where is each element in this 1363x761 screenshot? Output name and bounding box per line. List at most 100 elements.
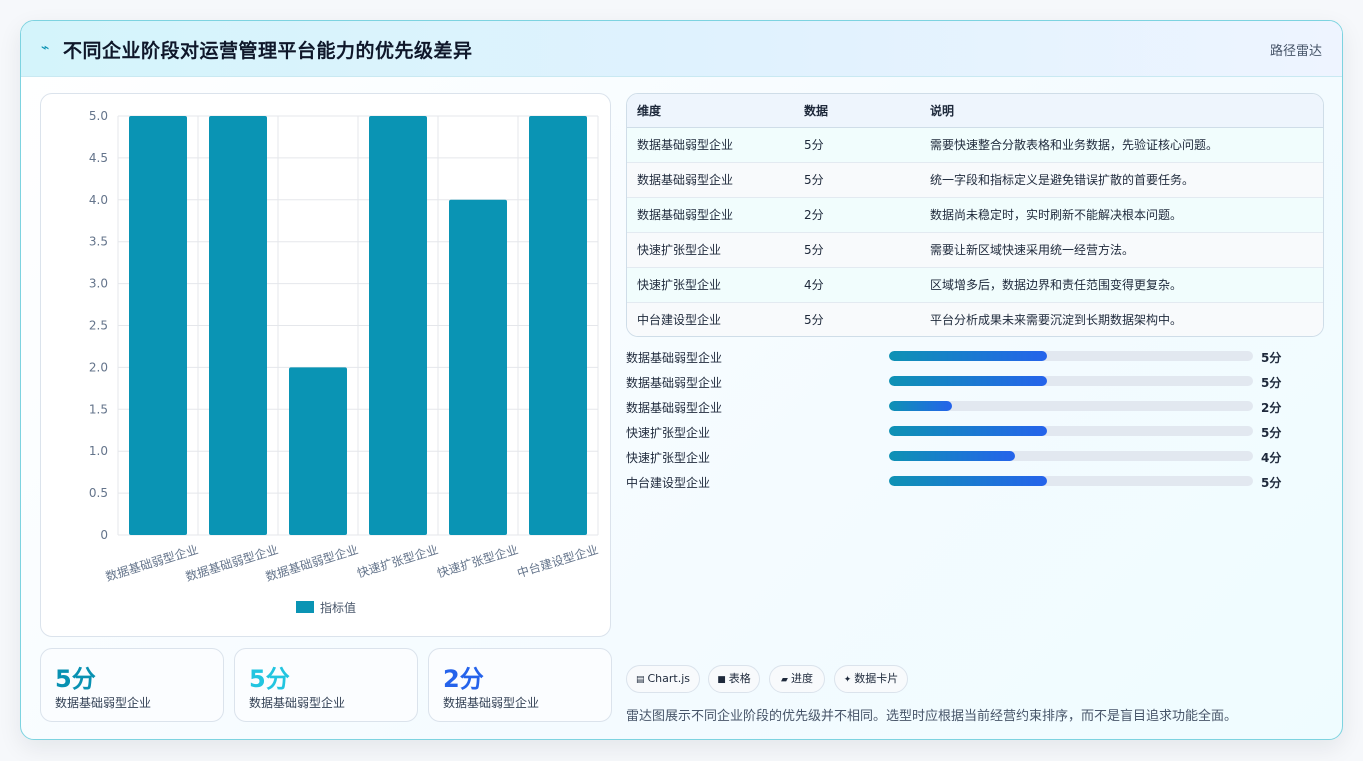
progress-icon: ▰ bbox=[781, 675, 788, 685]
column-header: 数据 bbox=[794, 94, 920, 128]
card-icon: ✦ bbox=[843, 675, 852, 685]
progress-list: 数据基础弱型企业 5分 数据基础弱型企业 5分 数据基础弱型企业 2分 快速扩张… bbox=[626, 347, 1324, 497]
bar-chart: 00.51.01.52.02.53.03.54.04.55.0数据基础弱型企业数… bbox=[89, 109, 600, 615]
table-cell: 5分 bbox=[794, 232, 920, 268]
progress-track bbox=[889, 476, 1253, 486]
kpi-card-3: 2分 数据基础弱型企业 bbox=[428, 648, 612, 722]
table-cell: 数据基础弱型企业 bbox=[627, 127, 794, 163]
table-icon: ■ bbox=[717, 675, 726, 685]
progress-label: 快速扩张型企业 bbox=[626, 451, 711, 465]
tag-data-card[interactable]: ✦ 数据卡片 bbox=[834, 665, 908, 693]
progress-label: 数据基础弱型企业 bbox=[626, 401, 723, 415]
page-title: 不同企业阶段对运营管理平台能力的优先级差异 bbox=[63, 40, 473, 62]
progress-fill bbox=[889, 476, 1047, 486]
progress-label: 数据基础弱型企业 bbox=[626, 351, 723, 365]
progress-track bbox=[889, 376, 1253, 386]
bar bbox=[369, 116, 427, 535]
kpi-card-2: 5分 数据基础弱型企业 bbox=[234, 648, 418, 722]
column-header: 说明 bbox=[920, 94, 1323, 128]
y-tick-label: 5.0 bbox=[89, 109, 108, 123]
progress-label: 快速扩张型企业 bbox=[626, 426, 711, 440]
progress-fill bbox=[889, 426, 1047, 436]
y-tick-label: 1.5 bbox=[89, 402, 108, 416]
progress-row: 数据基础弱型企业 5分 bbox=[626, 347, 1324, 372]
bar bbox=[209, 116, 267, 535]
bar bbox=[449, 199, 507, 536]
column-header: 维度 bbox=[627, 94, 794, 128]
chart-icon: ▤ bbox=[635, 675, 645, 685]
progress-fill bbox=[889, 351, 1047, 361]
y-tick-label: 0.5 bbox=[89, 486, 108, 500]
kpi-label: 数据基础弱型企业 bbox=[55, 696, 152, 710]
progress-label: 中台建设型企业 bbox=[626, 476, 711, 490]
y-tick-label: 0 bbox=[100, 528, 108, 542]
progress-row: 中台建设型企业 5分 bbox=[626, 472, 1324, 497]
table-cell: 4分 bbox=[794, 267, 920, 303]
progress-row: 快速扩张型企业 5分 bbox=[626, 422, 1324, 447]
table-cell: 需要快速整合分散表格和业务数据，先验证核心问题。 bbox=[920, 127, 1323, 163]
page-subtitle: 路径雷达 bbox=[1269, 44, 1322, 59]
table-cell: 区域增多后，数据边界和责任范围变得更复杂。 bbox=[920, 267, 1323, 303]
bar-chart-panel: 0 0.5 1.0 1.5 2.0 2.5 3.0 3.5 4.0 4.5 5.0 数据基础弱型企业数… bbox=[40, 93, 611, 637]
bar bbox=[129, 116, 187, 535]
x-tick-label: 数据基础弱型企业 bbox=[264, 542, 360, 584]
tag-label: Chart.js bbox=[647, 672, 691, 685]
progress-track bbox=[889, 451, 1253, 461]
y-tick-label: 2.0 bbox=[89, 360, 108, 374]
table-cell: 2分 bbox=[794, 197, 920, 233]
table-cell: 5分 bbox=[794, 127, 920, 163]
dashboard-card: ⌁ 不同企业阶段对运营管理平台能力的优先级差异 路径雷达 0 0.5 1.0 1.5 2… bbox=[20, 20, 1343, 740]
tag-table[interactable]: ■ 表格 bbox=[708, 665, 760, 693]
y-tick-label: 3.0 bbox=[89, 277, 108, 291]
progress-row: 数据基础弱型企业 5分 bbox=[626, 372, 1324, 397]
table-cell: 统一字段和指标定义是避免错误扩散的首要任务。 bbox=[920, 162, 1323, 198]
progress-value: 5分 bbox=[1261, 351, 1282, 365]
tag-label: 数据卡片 bbox=[854, 672, 899, 685]
kpi-label: 数据基础弱型企业 bbox=[249, 696, 346, 710]
table-cell: 数据基础弱型企业 bbox=[627, 197, 794, 233]
data-table: 维度 数据 说明 数据基础弱型企业 5分 需要快速整合分散表格和业务数据，先验证… bbox=[626, 93, 1324, 337]
tag-label: 进度 bbox=[790, 672, 813, 685]
legend-label: 指标值 bbox=[320, 600, 356, 615]
table-cell: 5分 bbox=[794, 302, 920, 336]
x-tick-label: 中台建设型企业 bbox=[515, 542, 600, 581]
header: ⌁ 不同企业阶段对运营管理平台能力的优先级差异 路径雷达 bbox=[21, 21, 1342, 77]
progress-track bbox=[889, 401, 1253, 411]
table-cell: 平台分析成果未来需要沉淀到长期数据架构中。 bbox=[920, 302, 1323, 336]
progress-fill bbox=[889, 376, 1047, 386]
table-row: 数据基础弱型企业 2分 数据尚未稳定时，实时刷新不能解决根本问题。 bbox=[627, 197, 1323, 233]
table-cell: 数据尚未稳定时，实时刷新不能解决根本问题。 bbox=[920, 197, 1323, 233]
progress-fill bbox=[889, 401, 952, 411]
spark-icon: ⌁ bbox=[41, 40, 50, 56]
table-cell: 5分 bbox=[794, 162, 920, 198]
progress-fill bbox=[889, 451, 1015, 461]
kpi-card-1: 5分 数据基础弱型企业 bbox=[40, 648, 224, 722]
progress-row: 数据基础弱型企业 2分 bbox=[626, 397, 1324, 422]
table-cell: 快速扩张型企业 bbox=[627, 232, 794, 268]
footnote: 雷达图展示不同企业阶段的优先级并不相同。选型时应根据当前经营约束排序，而不是盲目… bbox=[626, 709, 1238, 724]
tag-progress[interactable]: ▰ 进度 bbox=[769, 665, 825, 693]
tag-chartjs[interactable]: ▤ Chart.js bbox=[626, 665, 700, 693]
x-tick-label: 快速扩张型企业 bbox=[435, 542, 520, 581]
y-tick-label: 2.5 bbox=[89, 319, 108, 333]
progress-value: 5分 bbox=[1261, 376, 1282, 390]
table-row: 快速扩张型企业 5分 需要让新区域快速采用统一经营方法。 bbox=[627, 232, 1323, 268]
y-tick-label: 3.5 bbox=[89, 235, 108, 249]
progress-row: 快速扩张型企业 4分 bbox=[626, 447, 1324, 472]
table-row: 快速扩张型企业 4分 区域增多后，数据边界和责任范围变得更复杂。 bbox=[627, 267, 1323, 303]
progress-track bbox=[889, 426, 1253, 436]
bar bbox=[529, 116, 587, 535]
kpi-label: 数据基础弱型企业 bbox=[443, 696, 540, 710]
y-tick-label: 1.0 bbox=[89, 444, 108, 458]
table-cell: 中台建设型企业 bbox=[627, 302, 794, 336]
progress-value: 5分 bbox=[1261, 426, 1282, 440]
table-cell: 需要让新区域快速采用统一经营方法。 bbox=[920, 232, 1323, 268]
progress-value: 2分 bbox=[1261, 401, 1282, 415]
table-row: 中台建设型企业 5分 平台分析成果未来需要沉淀到长期数据架构中。 bbox=[627, 302, 1323, 336]
kpi-value: 5分 bbox=[55, 665, 96, 693]
table-cell: 快速扩张型企业 bbox=[627, 267, 794, 303]
legend-swatch bbox=[296, 601, 314, 613]
progress-value: 4分 bbox=[1261, 451, 1282, 465]
tag-label: 表格 bbox=[728, 672, 751, 685]
y-tick-label: 4.0 bbox=[89, 193, 108, 207]
